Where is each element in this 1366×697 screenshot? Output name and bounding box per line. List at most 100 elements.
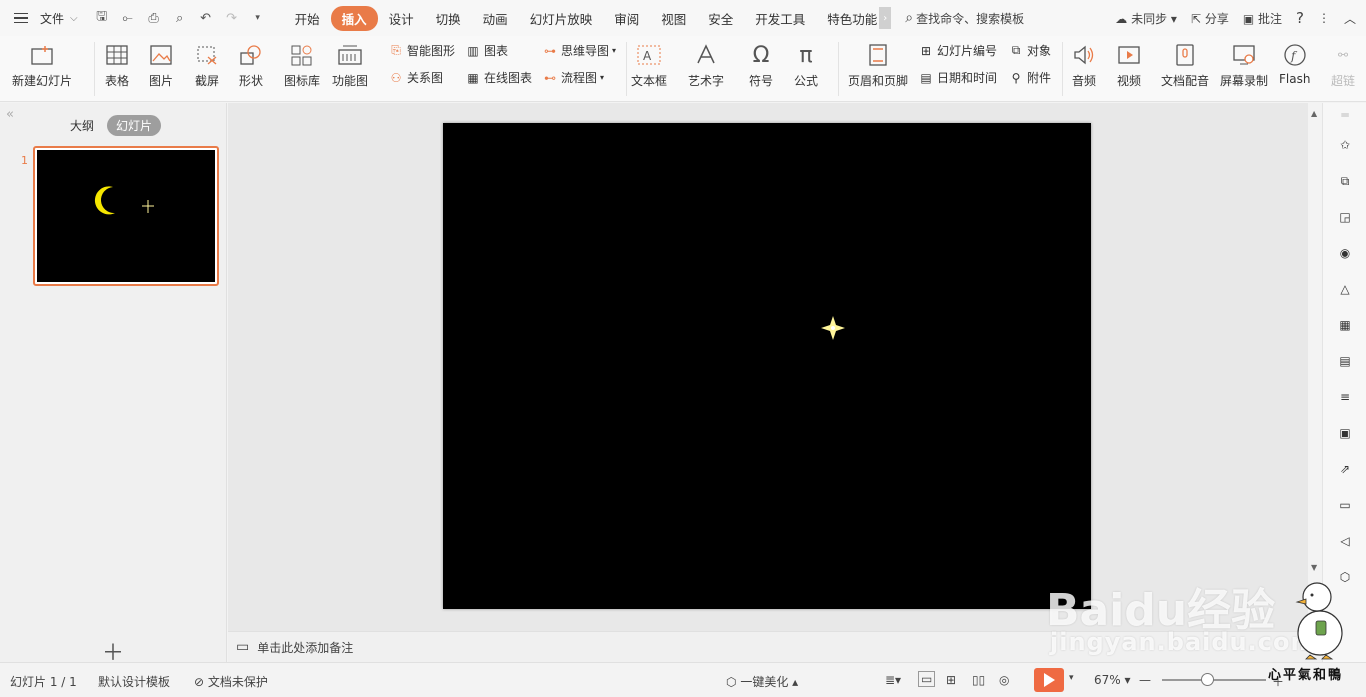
template-name[interactable]: 默认设计模板 <box>98 673 170 690</box>
new-slide-button[interactable]: 新建幻灯片 <box>12 42 72 89</box>
image-icon[interactable]: ▣ <box>1335 423 1355 443</box>
collapse-ribbon-icon[interactable]: ︿ <box>1344 10 1356 27</box>
chevron-down-icon[interactable]: ⌵ <box>70 13 78 24</box>
tab-security[interactable]: 安全 <box>697 6 744 31</box>
redo-icon[interactable]: ↷ <box>224 10 240 26</box>
formula-button[interactable]: π 公式 <box>793 42 819 89</box>
chart-icon[interactable]: ▤ <box>1335 351 1355 371</box>
scroll-up-icon[interactable]: ▲ <box>1311 109 1317 118</box>
date-time-button[interactable]: ▤ 日期和时间 <box>918 69 997 86</box>
zoom-level[interactable]: 67% ▾ <box>1094 673 1131 687</box>
shapes-icon[interactable]: ◲ <box>1335 207 1355 227</box>
flow-chart-button[interactable]: ⊷ 流程图 ▾ <box>542 69 604 86</box>
tab-view[interactable]: 视图 <box>650 6 697 31</box>
pin-icon[interactable]: ✩ <box>1335 135 1355 155</box>
more-icon[interactable]: ⋮ <box>1318 11 1330 25</box>
sync-button[interactable]: ☁ 未同步 ▾ <box>1115 10 1177 27</box>
file-menu[interactable]: 文件 ⌵ <box>0 0 78 36</box>
function-chart-button[interactable]: 功能图 <box>332 42 368 89</box>
screenshot-button[interactable]: 截屏 <box>194 42 220 89</box>
icon-library-button[interactable]: 图标库 <box>284 42 320 89</box>
attachment-button[interactable]: ⚲ 附件 <box>1008 69 1051 86</box>
help-button[interactable]: ? <box>1296 9 1304 27</box>
symbol-button[interactable]: Ω 符号 <box>748 42 774 89</box>
command-search[interactable]: ⌕ 查找命令、搜索模板 <box>905 10 1024 27</box>
chart-button[interactable]: ▥ 图表 <box>465 42 508 59</box>
table-label: 表格 <box>104 74 129 88</box>
archive-icon[interactable]: ▭ <box>1335 495 1355 515</box>
corner-signature-watermark: 心平氣和鴨 <box>1268 668 1344 683</box>
share-button[interactable]: ⇱ 分享 <box>1191 10 1229 27</box>
customize-dropdown-icon[interactable]: ▾ <box>250 10 266 26</box>
copy-icon[interactable]: ⧉ <box>1335 171 1355 191</box>
smart-shape-button[interactable]: ⎘ 智能图形 <box>388 42 455 59</box>
screen-record-button[interactable]: 屏幕录制 <box>1220 42 1268 89</box>
share-label: 分享 <box>1204 11 1229 26</box>
video-button[interactable]: 视频 <box>1116 42 1142 89</box>
flash-button[interactable]: f Flash <box>1279 42 1310 86</box>
tabs-scroll-right-button[interactable]: › <box>879 7 892 29</box>
picture-button[interactable]: 图片 <box>148 42 174 89</box>
text-box-button[interactable]: A 文本框 <box>631 42 667 89</box>
relation-chart-button[interactable]: ⚇ 关系图 <box>388 69 443 86</box>
tab-transition[interactable]: 切换 <box>425 6 472 31</box>
fill-icon[interactable]: △ <box>1335 279 1355 299</box>
tab-insert[interactable]: 插入 <box>330 5 378 31</box>
tab-animation[interactable]: 动画 <box>472 6 519 31</box>
art-text-button[interactable]: 艺术字 <box>688 42 724 89</box>
format-painter-icon[interactable]: ⟜ <box>120 10 136 26</box>
tab-slideshow[interactable]: 幻灯片放映 <box>519 6 604 31</box>
share-out-icon[interactable]: ⇗ <box>1335 459 1355 479</box>
audio-button[interactable]: 音频 <box>1071 42 1097 89</box>
zoom-out-button[interactable]: — <box>1139 673 1151 687</box>
tab-developer[interactable]: 开发工具 <box>744 6 816 31</box>
print-preview-icon[interactable]: ⌕ <box>172 10 188 26</box>
shape-button[interactable]: 形状 <box>238 42 264 89</box>
slide-number-button[interactable]: ⊞ 幻灯片编号 <box>918 42 997 59</box>
slide-sorter-icon[interactable]: ⊞ <box>946 673 956 687</box>
play-slideshow-button[interactable] <box>1034 668 1064 692</box>
collapse-panel-icon[interactable]: « <box>6 107 14 122</box>
slide-canvas[interactable] <box>443 123 1091 609</box>
video-label: 视频 <box>1116 74 1141 88</box>
normal-view-icon[interactable]: ▭ <box>918 671 936 687</box>
protect-status[interactable]: ⊘ 文档未保护 <box>194 673 268 690</box>
notes-toggle-icon[interactable]: ≣▾ <box>885 673 901 687</box>
zoom-slider-thumb[interactable] <box>1201 673 1214 686</box>
location-icon[interactable]: ◉ <box>1335 243 1355 263</box>
comment-button[interactable]: ▣ 批注 <box>1243 10 1282 27</box>
online-chart-button[interactable]: ▦ 在线图表 <box>465 69 532 86</box>
reading-view-icon[interactable]: ▯▯ <box>972 673 985 687</box>
settings-sliders-icon[interactable]: ≡ <box>1335 387 1355 407</box>
protect-label: 文档未保护 <box>207 675 268 689</box>
hamburger-icon[interactable] <box>14 9 32 27</box>
flow-chart-icon: ⊷ <box>544 70 556 85</box>
vertical-scrollbar[interactable]: ▲ ▼ <box>1308 103 1322 631</box>
print-icon[interactable]: ⎙ <box>146 10 162 26</box>
presenter-icon[interactable]: ◎ <box>999 673 1009 687</box>
tab-slides[interactable]: 幻灯片 <box>107 115 162 136</box>
header-footer-button[interactable]: 页眉和页脚 <box>848 42 908 89</box>
save-icon[interactable]: 🖫 <box>94 9 110 26</box>
grid-icon[interactable]: ▦ <box>1335 315 1355 335</box>
tab-outline[interactable]: 大纲 <box>61 115 103 136</box>
hyperlink-button[interactable]: ⚯ 超链 <box>1330 42 1356 89</box>
doc-dub-button[interactable]: 文档配音 <box>1161 42 1209 89</box>
tab-design[interactable]: 设计 <box>378 6 425 31</box>
object-button[interactable]: ⧉ 对象 <box>1008 42 1051 59</box>
play-dropdown-icon[interactable]: ▾ <box>1069 673 1074 683</box>
speaker-right-icon[interactable]: ◁ <box>1335 531 1355 551</box>
scroll-down-icon[interactable]: ▼ <box>1311 563 1317 572</box>
notes-placeholder[interactable]: 单击此处添加备注 <box>257 639 353 656</box>
file-menu-label[interactable]: 文件 <box>40 10 64 27</box>
undo-icon[interactable]: ↶ <box>198 10 214 26</box>
mind-map-button[interactable]: ⊶ 思维导图 ▾ <box>542 42 616 59</box>
tab-features[interactable]: 特色功能 <box>816 6 879 31</box>
beautify-button[interactable]: ⬡ 一键美化 ▴ <box>726 673 798 690</box>
slide-thumbnail[interactable] <box>33 146 219 286</box>
table-button[interactable]: 表格 <box>104 42 130 89</box>
tab-home[interactable]: 开始 <box>284 6 331 31</box>
tab-review[interactable]: 审阅 <box>603 6 650 31</box>
zoom-slider-track[interactable] <box>1162 679 1266 681</box>
slide-number-label: 幻灯片编号 <box>937 44 998 58</box>
